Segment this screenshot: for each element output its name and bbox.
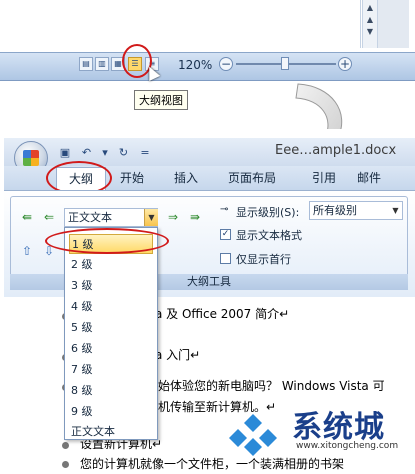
show-text-format-label: 显示文本格式 xyxy=(236,229,302,242)
tab-page-layout[interactable]: 页面布局 xyxy=(228,169,276,186)
full-screen-reading-button[interactable]: ▥ xyxy=(95,57,109,71)
next-page-icon[interactable]: ▼ xyxy=(363,26,377,38)
undo-dropdown-icon[interactable]: ▾ xyxy=(101,146,109,160)
doc-line[interactable]: 始体验您的新电脑吗？ Windows Vista 可 xyxy=(158,377,385,394)
level-4-option[interactable]: 4 级 xyxy=(69,297,155,317)
show-first-line-checkbox[interactable] xyxy=(220,253,231,264)
outline-bullet[interactable] xyxy=(62,461,69,468)
zoom-in-button[interactable]: + xyxy=(338,57,352,71)
tab-insert[interactable]: 插入 xyxy=(174,169,198,186)
chevron-down-icon[interactable]: ▼ xyxy=(389,202,402,219)
doc-line[interactable]: 您的计算机就像一个文件柜，一个装满相册的书架 xyxy=(80,455,344,472)
promote-to-heading1-icon[interactable]: ⇚ xyxy=(18,208,36,226)
tab-references[interactable]: 引用 xyxy=(312,169,336,186)
level-6-option[interactable]: 6 级 xyxy=(69,339,155,359)
level-7-option[interactable]: 7 级 xyxy=(69,360,155,380)
office-logo-icon xyxy=(23,150,39,166)
promote-icon[interactable]: ⇐ xyxy=(40,208,58,226)
watermark-logo-icon xyxy=(229,414,277,456)
quick-access-toolbar: ▣ ↶ ▾ ↻ = xyxy=(58,146,156,162)
doc-line[interactable]: sta 及 Office 2007 简介↵ xyxy=(144,305,289,322)
vertical-scrollbar[interactable]: ▲ ▲ ▼ xyxy=(362,0,378,48)
show-level-icon: ⊸ xyxy=(220,204,229,215)
scroll-up-icon[interactable]: ▲ xyxy=(363,2,377,14)
demote-to-body-icon[interactable]: ⇛ xyxy=(186,208,204,226)
chevron-down-icon[interactable]: ▼ xyxy=(144,209,158,226)
redo-icon[interactable]: ↻ xyxy=(117,146,131,160)
watermark-text: 系统城 xyxy=(292,410,385,445)
level-8-option[interactable]: 8 级 xyxy=(69,381,155,401)
outline-bullet[interactable] xyxy=(62,442,69,449)
document-title: Eee…ample1.docx xyxy=(275,143,397,158)
document-area xyxy=(8,0,361,48)
page-layout-view-button[interactable]: ▤ xyxy=(79,57,93,71)
prev-page-icon[interactable]: ▲ xyxy=(363,14,377,26)
zoom-slider-thumb[interactable] xyxy=(281,57,289,70)
level-5-option[interactable]: 5 级 xyxy=(69,318,155,338)
watermark-url: www.xitongcheng.com xyxy=(296,441,399,451)
show-text-format-checkbox[interactable]: ✓ xyxy=(220,229,231,240)
tooltip: 大纲视图 xyxy=(134,90,188,110)
customize-qat-icon[interactable]: = xyxy=(138,146,152,160)
outline-level-dropdown: 1 级 2 级 3 级 4 级 5 级 6 级 7 级 8 级 9 级 正文文本 xyxy=(64,227,158,440)
body-text-option[interactable]: 正文文本 xyxy=(69,422,155,442)
level-9-option[interactable]: 9 级 xyxy=(69,402,155,422)
zoom-out-button[interactable]: − xyxy=(219,57,233,71)
show-level-label: 显示级别(S): xyxy=(236,206,300,219)
tab-home[interactable]: 开始 xyxy=(120,169,144,186)
demote-icon[interactable]: ⇒ xyxy=(164,208,182,226)
move-up-icon[interactable]: ⇧ xyxy=(18,242,36,260)
highlight-circle xyxy=(45,228,169,254)
level-3-option[interactable]: 3 级 xyxy=(69,276,155,296)
show-first-line-label: 仅显示首行 xyxy=(236,253,291,266)
zoom-level[interactable]: 120% xyxy=(178,58,212,72)
undo-icon[interactable]: ↶ xyxy=(80,146,94,160)
level-2-option[interactable]: 2 级 xyxy=(69,255,155,275)
tab-mailings[interactable]: 邮件 xyxy=(357,169,381,186)
save-icon[interactable]: ▣ xyxy=(58,146,72,160)
